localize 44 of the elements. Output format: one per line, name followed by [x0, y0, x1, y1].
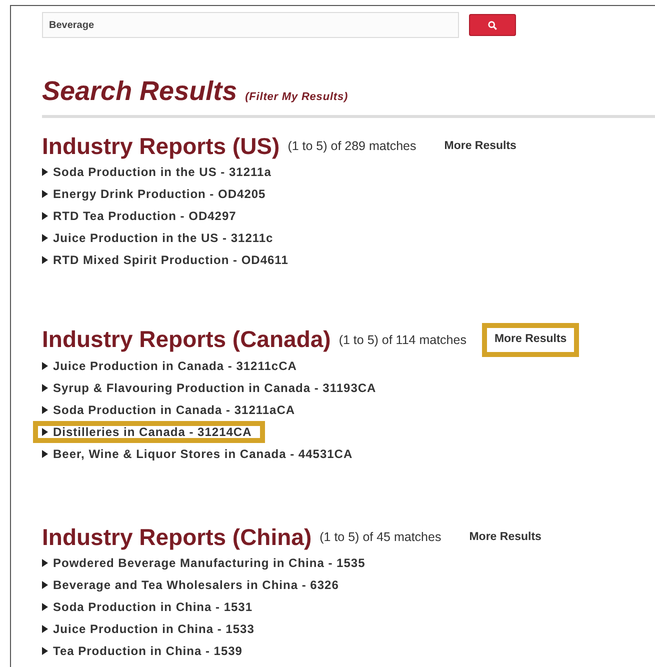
report-link[interactable]: Tea Production in China - 1539 [33, 640, 256, 662]
report-link[interactable]: Distilleries in Canada - 31214CA [33, 420, 265, 442]
section-heading: Industry Reports (US) [42, 135, 280, 158]
triangle-icon [42, 602, 48, 611]
report-link[interactable]: Juice Production in China - 1533 [33, 618, 268, 640]
report-link[interactable]: Soda Production in China - 1531 [33, 596, 266, 618]
report-link[interactable]: Syrup & Flavouring Production in Canada - 31193CA [33, 376, 390, 398]
more-results-link[interactable]: More Results [457, 520, 554, 554]
triangle-icon [42, 362, 48, 370]
report-link[interactable]: Powdered Beverage Manufacturing in China - 1535 [33, 552, 378, 574]
triangle-icon [42, 256, 48, 264]
section-heading: Industry Reports (Canada) [42, 328, 331, 352]
match-count: (1 to 5) of 45 matches [320, 528, 442, 546]
triangle-icon [42, 558, 48, 567]
report-link[interactable]: Soda Production in Canada - 31211aCA [33, 398, 308, 420]
triangle-icon [42, 580, 48, 589]
triangle-icon [42, 384, 48, 392]
triangle-icon [42, 212, 48, 220]
more-results-link[interactable]: More Results [482, 323, 579, 356]
report-link[interactable]: Juice Production in the US - 31211c [33, 227, 286, 250]
triangle-icon [42, 406, 48, 414]
filter-link[interactable]: (Filter My Results) [245, 88, 348, 105]
report-link[interactable]: RTD Mixed Spirit Production - OD4611 [33, 249, 302, 272]
section-heading: Industry Reports (China) [42, 526, 312, 549]
report-link[interactable]: Beer, Wine & Liquor Stores in Canada - 44531CA [33, 442, 366, 464]
triangle-icon [42, 190, 48, 198]
report-link[interactable]: Energy Drink Production - OD4205 [33, 183, 279, 206]
triangle-icon [42, 234, 48, 242]
report-link[interactable]: RTD Tea Production - OD4297 [33, 205, 250, 228]
triangle-icon [42, 168, 48, 176]
report-link[interactable]: Soda Production in the US - 31211a [33, 161, 284, 184]
triangle-icon [42, 450, 48, 458]
triangle-icon [42, 428, 48, 436]
report-link[interactable]: Beverage and Tea Wholesalers in China - 6326 [33, 574, 352, 596]
search-button[interactable] [469, 14, 516, 36]
triangle-icon [42, 646, 48, 655]
search-field[interactable]: Beverage [42, 12, 459, 38]
more-results-link[interactable]: More Results [432, 130, 528, 164]
page-title: Search Results [42, 78, 238, 105]
match-count: (1 to 5) of 289 matches [288, 138, 416, 156]
search-icon [488, 20, 497, 30]
match-count: (1 to 5) of 114 matches [338, 332, 466, 349]
triangle-icon [42, 624, 48, 633]
report-link[interactable]: Juice Production in Canada - 31211cCA [33, 354, 310, 376]
